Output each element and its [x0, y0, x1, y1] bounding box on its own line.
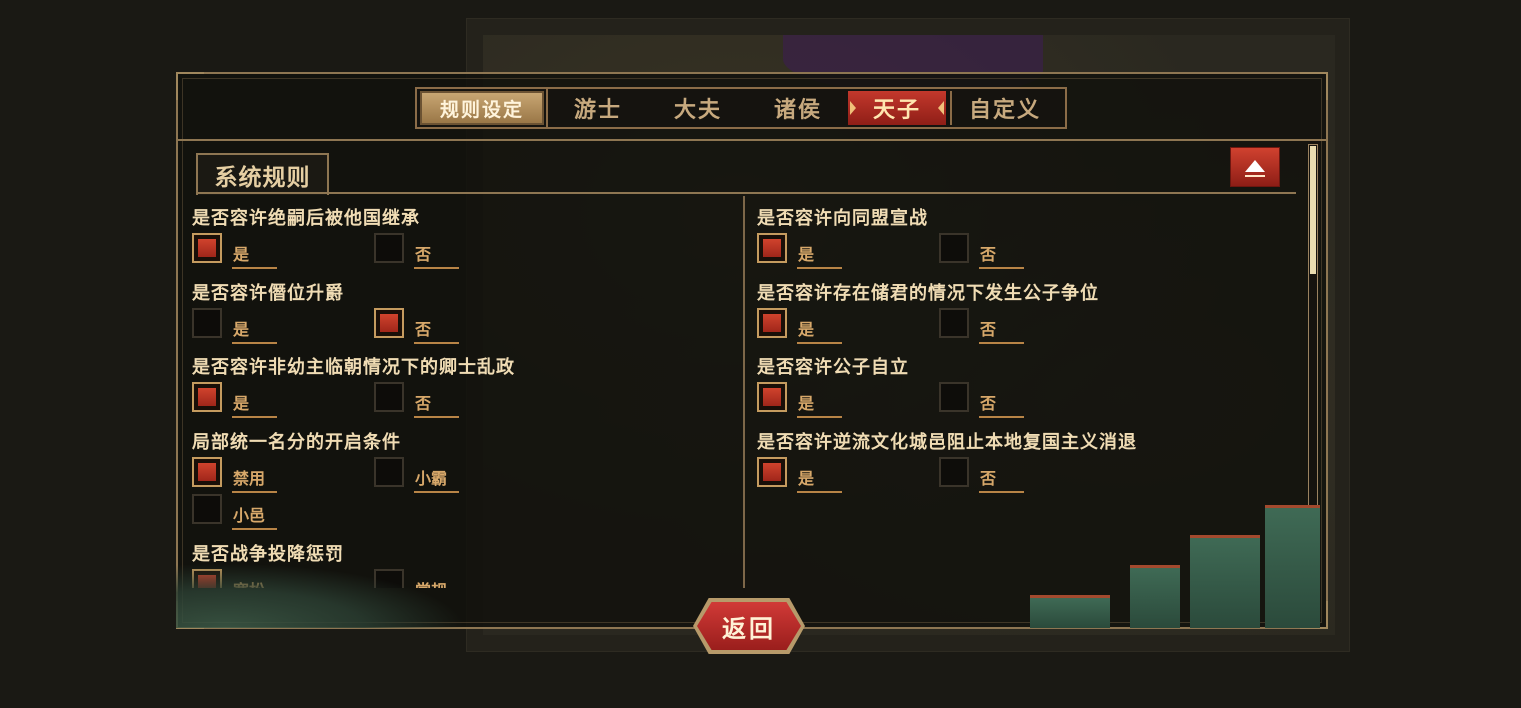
- rule-item: 是否容许存在储君的情况下发生公子争位 是 否: [757, 277, 1297, 352]
- tab-rules[interactable]: 规则设定: [420, 91, 544, 125]
- triangle-up-icon: [1245, 160, 1265, 172]
- corner-ornament: [176, 72, 204, 100]
- pagoda: [1130, 565, 1180, 628]
- rule-item: 是否容许僭位升爵 是 否: [192, 277, 732, 352]
- corner-ornament: [1300, 72, 1328, 100]
- option-label: 是: [797, 241, 842, 269]
- option-label: 是: [797, 390, 842, 418]
- option-checkbox[interactable]: 否: [374, 382, 464, 418]
- left-rules-column: 是否容许绝嗣后被他国继承 是 否 是否容许僭位升爵 是 否 是否容许非幼主临朝情…: [192, 202, 732, 588]
- option-checkbox[interactable]: 否: [374, 233, 464, 269]
- option-checkbox[interactable]: 否: [939, 307, 1029, 344]
- option-label: 否: [979, 241, 1024, 269]
- rule-question: 是否容许绝嗣后被他国继承: [192, 208, 420, 229]
- option-label: 否: [979, 316, 1024, 344]
- return-button[interactable]: 返回: [693, 598, 805, 654]
- option-checkbox[interactable]: 是: [757, 456, 847, 493]
- rule-question: 局部统一名分的开启条件: [192, 431, 401, 453]
- option-label: 否: [414, 390, 459, 418]
- pagoda: [1190, 535, 1260, 628]
- option-checkbox[interactable]: 是: [757, 382, 847, 418]
- pagoda: [1265, 505, 1320, 628]
- option-checkbox[interactable]: 否: [374, 307, 464, 344]
- checkbox-box[interactable]: [939, 382, 969, 412]
- checkbox-box[interactable]: [374, 307, 404, 338]
- option-checkbox[interactable]: 是: [192, 307, 282, 344]
- rule-item: 是否容许向同盟宣战 是 否: [757, 202, 1297, 277]
- option-label: 小霸: [414, 465, 459, 493]
- rule-question: 是否容许逆流文化城邑阻止本地复国主义消退: [757, 431, 1137, 453]
- rule-question: 是否容许存在储君的情况下发生公子争位: [757, 282, 1099, 304]
- checkbox-box[interactable]: [757, 233, 787, 263]
- rule-question: 是否容许僭位升爵: [192, 282, 344, 304]
- collapse-button[interactable]: [1230, 147, 1280, 187]
- tab-youshi[interactable]: 游士: [548, 91, 648, 125]
- scrollbar-thumb[interactable]: [1310, 146, 1316, 274]
- checkbox-box[interactable]: [374, 382, 404, 412]
- option-checkbox[interactable]: 否: [939, 233, 1029, 269]
- option-label: 否: [979, 465, 1024, 493]
- rule-item: 是否容许非幼主临朝情况下的卿士乱政 是 否: [192, 351, 732, 426]
- tab-tianzi[interactable]: 天子: [848, 91, 946, 125]
- pagoda-scenery: [940, 496, 1325, 628]
- option-checkbox[interactable]: 是: [192, 382, 282, 418]
- option-checkbox[interactable]: 否: [939, 456, 1029, 493]
- rule-question: 是否容许非幼主临朝情况下的卿士乱政: [192, 357, 515, 378]
- checkbox-box[interactable]: [192, 382, 222, 412]
- option-checkbox[interactable]: 小霸: [374, 456, 464, 493]
- rule-item: 是否容许逆流文化城邑阻止本地复国主义消退 是 否: [757, 426, 1297, 501]
- option-label: 是: [797, 316, 842, 344]
- option-checkbox[interactable]: 是: [192, 233, 282, 269]
- option-label: 否: [414, 241, 459, 269]
- rule-item: 局部统一名分的开启条件 禁用 小霸 小邑: [192, 426, 732, 538]
- return-button-label: 返回: [697, 602, 801, 650]
- option-label: 否: [979, 390, 1024, 418]
- section-divider: [196, 192, 1296, 194]
- checkbox-box[interactable]: [757, 382, 787, 412]
- checkbox-box[interactable]: [374, 233, 404, 263]
- section-title: 系统规则: [196, 153, 329, 195]
- checkbox-box[interactable]: [939, 233, 969, 263]
- checkbox-box[interactable]: [374, 456, 404, 487]
- checkbox-box[interactable]: [192, 307, 222, 338]
- option-checkbox[interactable]: 禁用: [192, 456, 282, 493]
- tab-custom[interactable]: 自定义: [950, 91, 1058, 125]
- checkbox-box[interactable]: [192, 456, 222, 487]
- option-checkbox[interactable]: 否: [939, 382, 1029, 418]
- checkbox-box[interactable]: [757, 307, 787, 338]
- checkbox-box[interactable]: [192, 233, 222, 263]
- column-divider: [743, 196, 745, 588]
- mountain-scenery: [176, 552, 506, 628]
- option-label: 是: [232, 241, 277, 269]
- rule-question: 是否容许公子自立: [757, 357, 909, 378]
- tab-zhuhou[interactable]: 诸侯: [748, 91, 848, 125]
- rule-question: 是否容许向同盟宣战: [757, 208, 928, 229]
- pagoda: [1030, 595, 1110, 628]
- rule-item: 是否容许绝嗣后被他国继承 是 否: [192, 202, 732, 277]
- option-label: 否: [414, 316, 459, 344]
- option-checkbox[interactable]: 是: [757, 307, 847, 344]
- option-checkbox[interactable]: 是: [757, 233, 847, 269]
- option-label: 是: [232, 390, 277, 418]
- option-label: 是: [797, 465, 842, 493]
- collapse-bar-icon: [1245, 175, 1265, 177]
- checkbox-box[interactable]: [939, 456, 969, 487]
- checkbox-box[interactable]: [757, 456, 787, 487]
- option-checkbox[interactable]: 小邑: [192, 493, 282, 530]
- rule-item: 是否容许公子自立 是 否: [757, 351, 1297, 426]
- header-divider: [178, 139, 1326, 141]
- tab-bar: 规则设定 游士 大夫 诸侯 天子 自定义: [415, 87, 1067, 129]
- checkbox-box[interactable]: [192, 493, 222, 524]
- option-label: 小邑: [232, 502, 277, 530]
- tab-dafu[interactable]: 大夫: [648, 91, 748, 125]
- option-label: 是: [232, 316, 277, 344]
- option-label: 禁用: [232, 465, 277, 493]
- checkbox-box[interactable]: [939, 307, 969, 338]
